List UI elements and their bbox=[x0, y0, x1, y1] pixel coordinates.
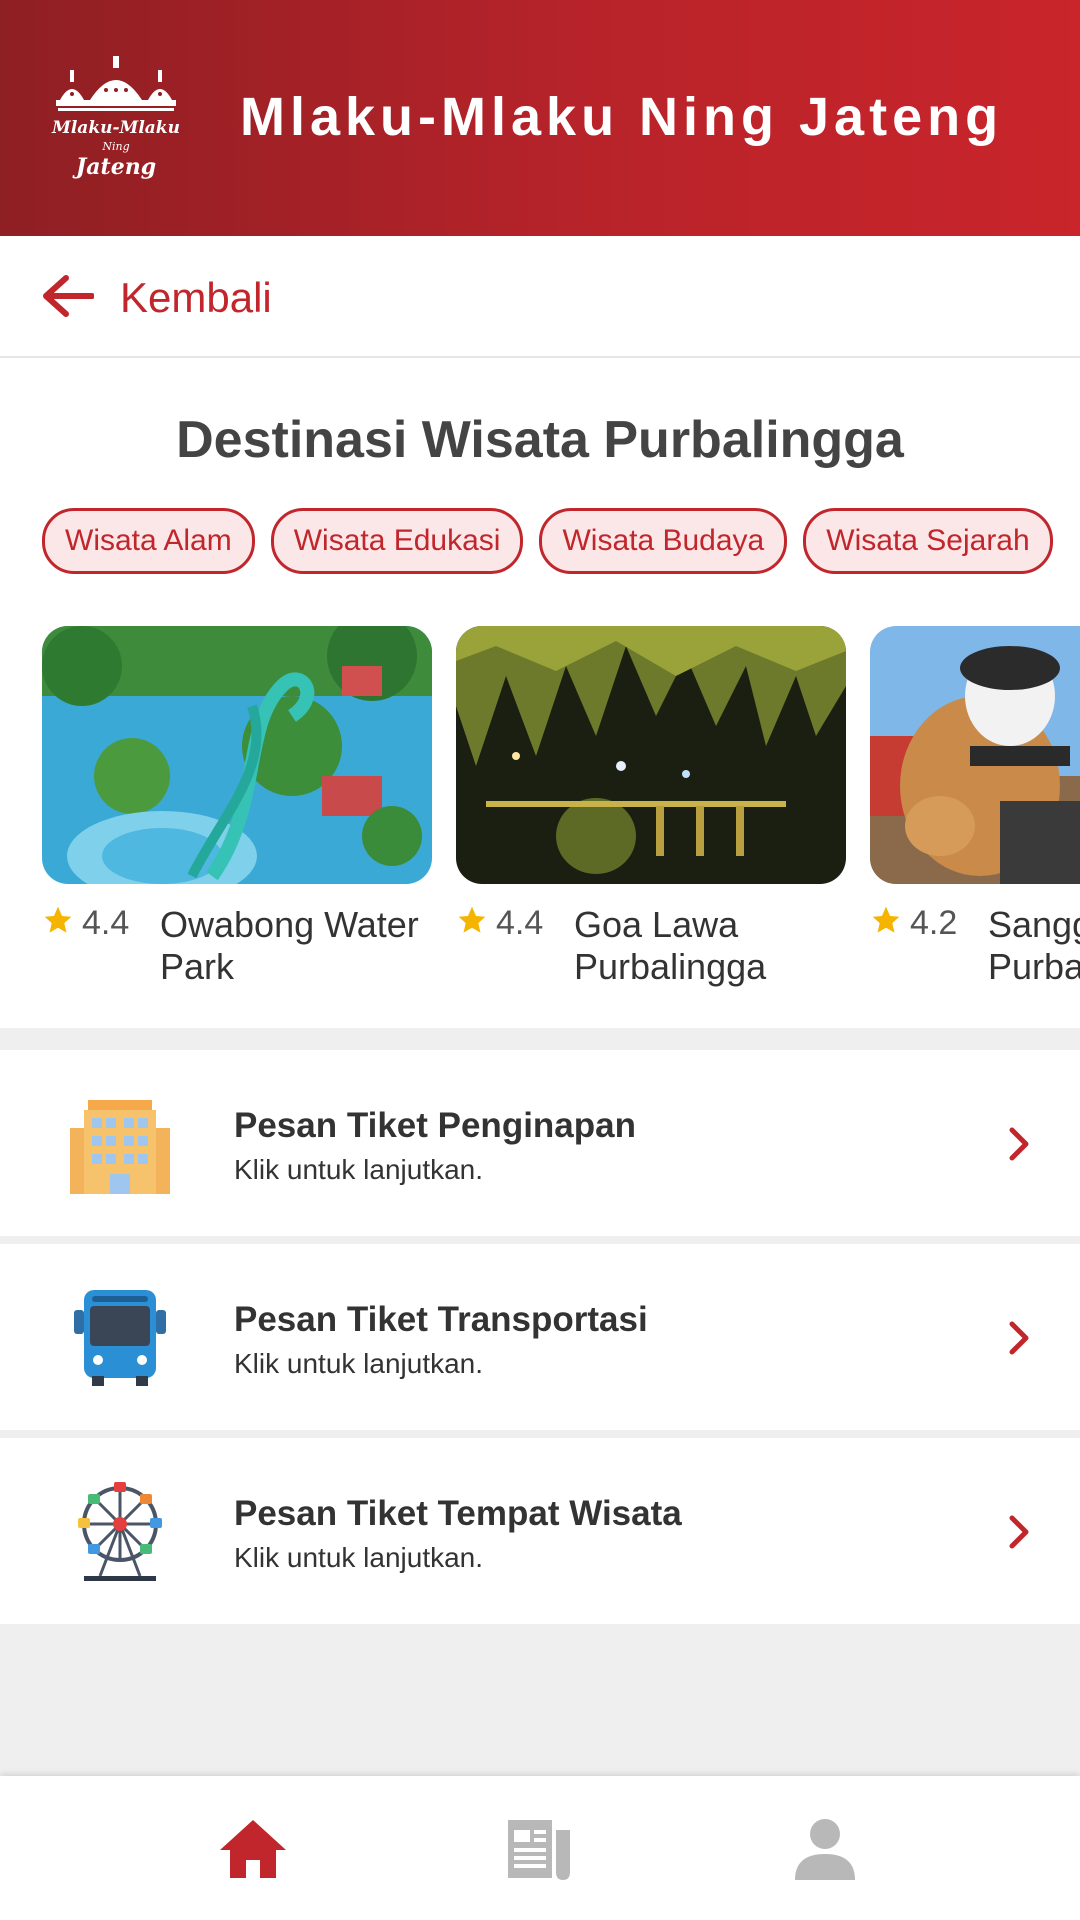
chip-wisata-edukasi[interactable]: Wisata Edukasi bbox=[270, 508, 524, 574]
star-icon bbox=[44, 906, 72, 933]
rating-value: 4.4 bbox=[82, 904, 130, 942]
logo-text-line1: Mlaku-Mlaku bbox=[51, 118, 180, 138]
menu-subtitle: Klik untuk lanjutkan. bbox=[234, 1348, 484, 1379]
profile-icon[interactable] bbox=[790, 1816, 860, 1882]
menu-item-tempat-wisata[interactable]: Pesan Tiket Tempat Wisata Klik untuk lan… bbox=[0, 1438, 1080, 1624]
menu-title: Pesan Tiket Transportasi bbox=[234, 1300, 648, 1339]
destination-name[interactable]: Owabong Water Park bbox=[160, 904, 460, 988]
destination-name[interactable]: Sanggaluri Purbalingga bbox=[988, 904, 1080, 988]
logo-text-line3: Jateng bbox=[72, 154, 156, 180]
app-header: Mlaku-Mlaku Ning Jateng Mlaku-Mlaku Ning… bbox=[0, 0, 1080, 236]
home-icon[interactable] bbox=[218, 1816, 288, 1882]
destination-image-waterpark[interactable] bbox=[42, 626, 432, 884]
destination-image-sanggaluri[interactable] bbox=[870, 626, 1080, 884]
arrow-left-icon[interactable] bbox=[40, 274, 94, 318]
menu-subtitle: Klik untuk lanjutkan. bbox=[234, 1154, 484, 1185]
menu-title: Pesan Tiket Tempat Wisata bbox=[234, 1494, 682, 1533]
menu-subtitle: Klik untuk lanjutkan. bbox=[234, 1542, 484, 1573]
destination-card[interactable]: 4.2 Sanggaluri Purbalingga bbox=[870, 626, 1080, 994]
chevron-right-icon[interactable] bbox=[1008, 1514, 1032, 1550]
page-title: Destinasi Wisata Purbalingga bbox=[176, 411, 904, 469]
star-icon bbox=[872, 906, 900, 933]
category-chips: Wisata Alam Wisata Edukasi Wisata Budaya… bbox=[42, 508, 1053, 574]
menu-item-transportasi[interactable]: Pesan Tiket Transportasi Klik untuk lanj… bbox=[0, 1244, 1080, 1430]
chevron-right-icon[interactable] bbox=[1008, 1320, 1032, 1356]
back-button-label[interactable]: Kembali bbox=[120, 274, 272, 322]
star-icon bbox=[458, 906, 486, 933]
news-icon[interactable] bbox=[504, 1816, 574, 1882]
bus-icon bbox=[74, 1290, 166, 1386]
chip-wisata-sejarah[interactable]: Wisata Sejarah bbox=[803, 508, 1053, 574]
menu-title: Pesan Tiket Penginapan bbox=[234, 1106, 636, 1145]
destination-card[interactable]: 4.4 Owabong Water Park bbox=[42, 626, 432, 994]
destination-card[interactable]: 4.4 Goa Lawa Purbalingga bbox=[456, 626, 846, 994]
app-title: Mlaku-Mlaku Ning Jateng bbox=[240, 87, 1004, 147]
rating-value: 4.4 bbox=[496, 904, 544, 942]
hotel-icon bbox=[70, 1100, 170, 1194]
destination-carousel[interactable]: 4.4 Owabong Water Park 4.4 Goa Lawa Purb… bbox=[42, 626, 1080, 996]
menu-item-penginapan[interactable]: Pesan Tiket Penginapan Klik untuk lanjut… bbox=[0, 1050, 1080, 1236]
destination-name[interactable]: Goa Lawa Purbalingga bbox=[574, 904, 874, 988]
logo-text-line2: Ning bbox=[101, 140, 129, 153]
destination-image-cave[interactable] bbox=[456, 626, 846, 884]
chip-wisata-budaya[interactable]: Wisata Budaya bbox=[539, 508, 788, 574]
chip-wisata-alam[interactable]: Wisata Alam bbox=[42, 508, 255, 574]
app-logo: Mlaku-Mlaku Ning Jateng bbox=[51, 56, 180, 180]
ferris-wheel-icon bbox=[78, 1482, 162, 1581]
rating-value: 4.2 bbox=[910, 904, 958, 942]
chevron-right-icon[interactable] bbox=[1008, 1126, 1032, 1162]
